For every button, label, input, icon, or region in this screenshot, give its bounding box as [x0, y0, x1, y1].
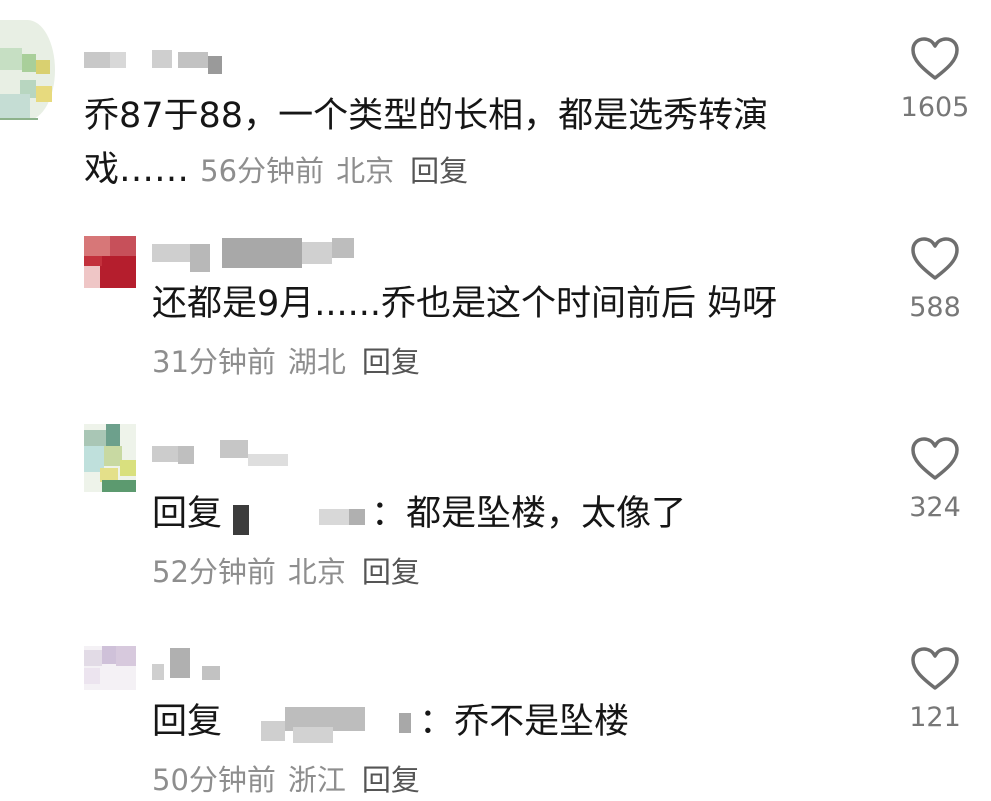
reply-button[interactable]: 回复 — [410, 154, 468, 188]
mentioned-user-redacted[interactable] — [233, 703, 419, 743]
heart-outline-icon — [911, 237, 959, 280]
reply-prefix: 回复 — [152, 702, 223, 742]
username-redacted[interactable] — [84, 46, 234, 76]
comment-meta: 56分钟前 北京 回复 — [200, 154, 480, 188]
timestamp: 31分钟前 — [152, 345, 276, 379]
comment-item: 还都是9月......乔也是这个时间前后 妈呀 31分钟前 湖北 回复 588 — [0, 200, 991, 410]
username-redacted[interactable] — [152, 440, 302, 470]
timestamp: 56分钟前 — [200, 154, 325, 188]
like-count: 121 — [909, 702, 961, 733]
comment-item: 乔87于88，一个类型的长相，都是选秀转演 戏…… 56分钟前 北京 回复 1605 — [0, 0, 991, 200]
username-redacted[interactable] — [152, 648, 232, 684]
comment-meta: 31分钟前 湖北 回复 — [152, 342, 432, 382]
timestamp: 50分钟前 — [152, 763, 276, 797]
comment-text: 回复 ：乔不是坠楼 — [152, 692, 629, 752]
reply-prefix: 回复 — [152, 494, 223, 534]
like-button[interactable]: 121 — [900, 646, 970, 733]
avatar[interactable] — [0, 20, 55, 120]
like-button[interactable]: 324 — [900, 436, 970, 523]
comment-meta: 52分钟前 北京 回复 — [152, 552, 432, 592]
reply-button[interactable]: 回复 — [362, 763, 420, 797]
reply-button[interactable]: 回复 — [362, 345, 420, 379]
comment-meta: 50分钟前 浙江 回复 — [152, 760, 432, 800]
like-count: 588 — [909, 292, 961, 323]
avatar[interactable] — [84, 646, 136, 690]
comment-text: 乔87于88，一个类型的长相，都是选秀转演 — [84, 96, 769, 136]
comment-text-body: ：都是坠楼，太像了 — [371, 494, 687, 534]
comment-text-body: ：乔不是坠楼 — [419, 702, 630, 742]
comment-text-continued: 戏…… 56分钟前 北京 回复 — [84, 140, 480, 200]
comment-text-line2: 戏…… — [84, 150, 190, 190]
location: 北京 — [287, 555, 346, 589]
heart-outline-icon — [911, 437, 959, 480]
like-count: 324 — [909, 492, 961, 523]
comment-item: 回复 ：乔不是坠楼 50分钟前 浙江 回复 121 — [0, 620, 991, 801]
heart-outline-icon — [911, 37, 959, 80]
location: 湖北 — [287, 345, 346, 379]
location: 北京 — [336, 154, 395, 188]
timestamp: 52分钟前 — [152, 555, 276, 589]
heart-outline-icon — [911, 647, 959, 690]
like-count: 1605 — [900, 92, 970, 123]
comment-text: 回复 ：都是坠楼，太像了 — [152, 484, 686, 544]
avatar[interactable] — [84, 424, 136, 492]
comment-item: 回复 ：都是坠楼，太像了 52分钟前 北京 回复 324 — [0, 410, 991, 620]
avatar[interactable] — [84, 236, 136, 288]
like-button[interactable]: 1605 — [900, 36, 970, 123]
reply-button[interactable]: 回复 — [362, 555, 420, 589]
username-redacted[interactable] — [152, 238, 362, 274]
location: 浙江 — [287, 763, 346, 797]
mentioned-user-redacted[interactable] — [233, 495, 371, 535]
like-button[interactable]: 588 — [900, 236, 970, 323]
comment-text: 还都是9月......乔也是这个时间前后 妈呀 — [152, 284, 778, 324]
